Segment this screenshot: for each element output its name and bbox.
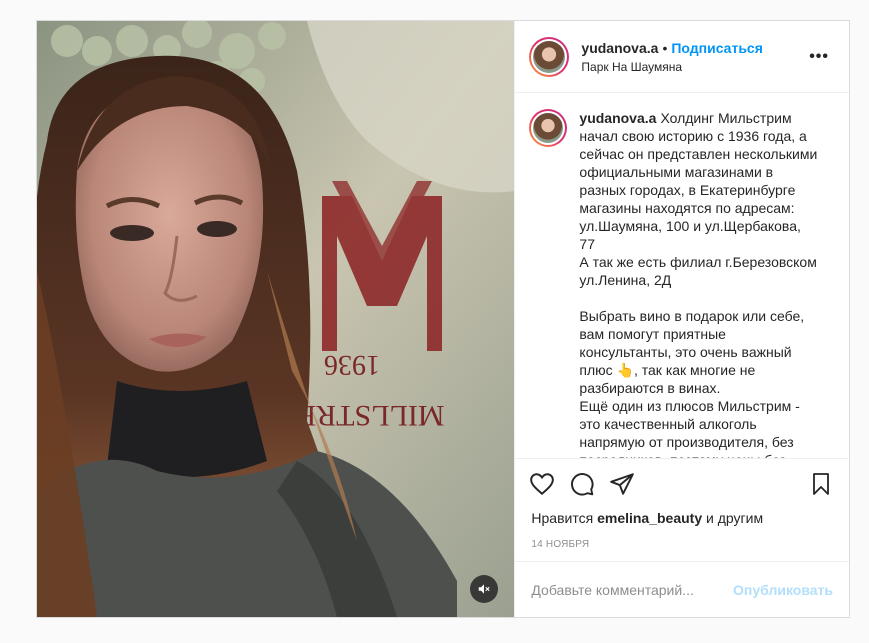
action-bar (515, 459, 849, 509)
header-text: yudanova.a • Подписаться Парк На Шаумяна (581, 39, 805, 75)
caption-text: Холдинг Мильстрим начал свою историю с 1… (579, 110, 818, 458)
avatar[interactable] (529, 36, 570, 77)
video-frame: 1936 MILLSTREAM (37, 21, 515, 617)
save-button[interactable] (793, 464, 833, 504)
comment-input[interactable] (531, 581, 734, 598)
comment-bar: Опубликовать (515, 561, 849, 617)
paper-plane-icon (610, 473, 635, 495)
like-button[interactable] (529, 464, 569, 504)
speaker-muted-icon (479, 584, 491, 594)
caption-text-block: yudanova.a Холдинг Мильстрим начал свою и… (579, 109, 819, 458)
likes-suffix: и другим (706, 510, 764, 526)
location-link[interactable]: Парк На Шаумяна (581, 59, 805, 75)
post-sidebar: yudanova.a • Подписаться Парк На Шаумяна •… (514, 21, 849, 617)
author-username[interactable]: yudanova.a (581, 40, 658, 56)
follow-button[interactable]: Подписаться (671, 40, 763, 56)
more-options-icon[interactable]: ••• (805, 48, 833, 65)
liker-username[interactable]: emelina_beauty (597, 510, 702, 526)
logo-year-text: 1936 (324, 349, 380, 380)
likes-summary: Нравится emelina_beauty и другим (515, 509, 849, 527)
publish-button[interactable]: Опубликовать (733, 582, 833, 598)
post-video[interactable]: 1936 MILLSTREAM (37, 21, 515, 617)
post-date[interactable]: 14 ноября (515, 527, 849, 561)
comment-icon (571, 473, 594, 496)
heart-icon (530, 473, 555, 496)
likes-prefix: Нравится (531, 510, 594, 526)
comment-button[interactable] (569, 464, 609, 504)
caption-avatar[interactable] (529, 109, 568, 147)
bookmark-icon (813, 473, 829, 495)
post-header: yudanova.a • Подписаться Парк На Шаумяна •… (515, 21, 849, 93)
caption-area: yudanova.a Холдинг Мильстрим начал свою и… (515, 93, 849, 459)
separator-dot: • (662, 39, 668, 56)
instagram-post: 1936 MILLSTREAM yudanova.a • Подписаться… (36, 20, 850, 618)
caption-username[interactable]: yudanova.a (579, 110, 656, 126)
share-button[interactable] (609, 464, 649, 504)
